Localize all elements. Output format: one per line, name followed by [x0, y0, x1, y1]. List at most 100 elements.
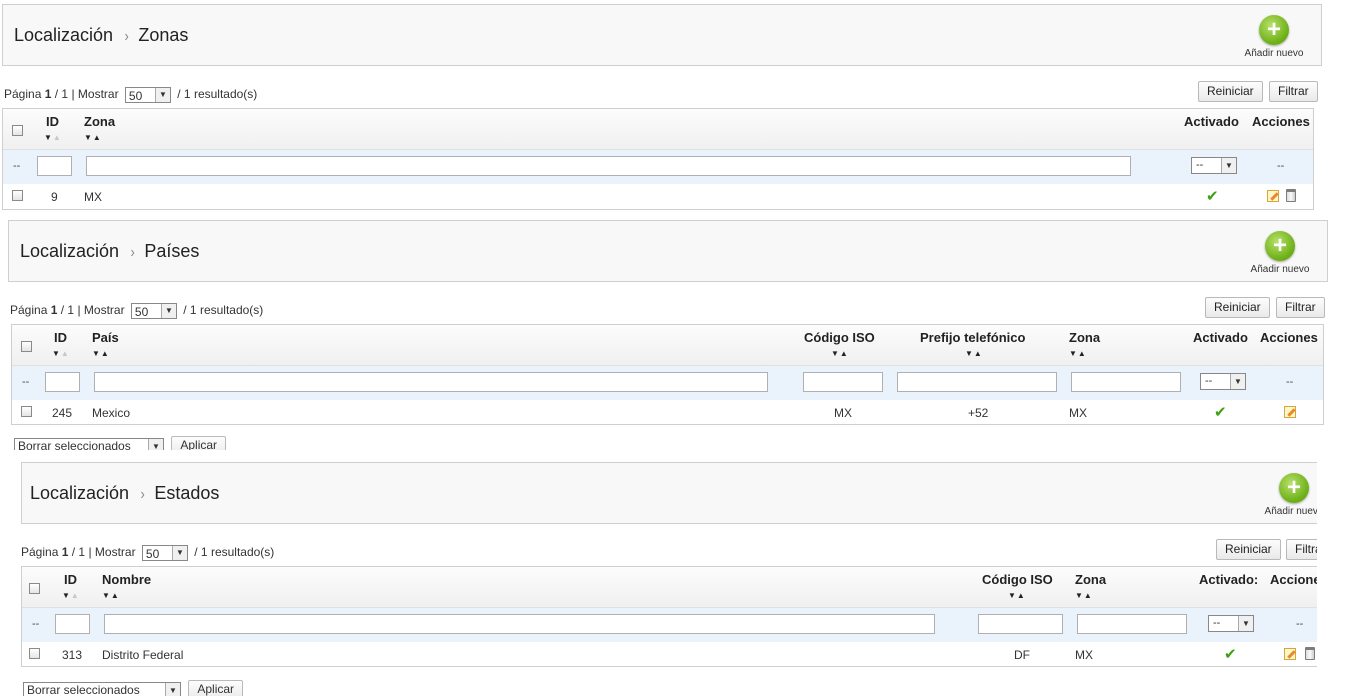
col-zone-header[interactable]: Zona: [1075, 572, 1106, 587]
filter-iso-input[interactable]: [978, 614, 1063, 634]
sort-desc-icon[interactable]: ▼: [62, 591, 71, 600]
table-row[interactable]: 245 Mexico MX +52 MX ✔: [12, 400, 1323, 424]
edit-icon[interactable]: [1284, 406, 1296, 418]
filter-button[interactable]: Filtrar: [1269, 81, 1318, 102]
sort-asc-icon[interactable]: ▲: [1084, 591, 1093, 600]
filter-zone-input[interactable]: [1071, 372, 1181, 392]
sort-asc-icon[interactable]: ▲: [93, 133, 102, 142]
add-new-button[interactable]: + Añadir nuevo: [1239, 15, 1309, 61]
sort-desc-icon[interactable]: ▼: [44, 133, 53, 142]
active-check-icon[interactable]: ✔: [1224, 645, 1237, 663]
bulk-action-select[interactable]: Borrar seleccionados ▼: [23, 682, 181, 696]
col-iso-header[interactable]: Código ISO: [982, 572, 1053, 587]
sort-country-icons[interactable]: ▼▲: [92, 349, 110, 358]
row-checkbox[interactable]: [12, 190, 23, 201]
delete-icon[interactable]: [1305, 647, 1315, 660]
add-new-button[interactable]: + Añadir nuevo: [1245, 231, 1315, 277]
sort-asc-icon[interactable]: ▲: [101, 349, 110, 358]
per-page-select[interactable]: 50 ▼: [141, 544, 188, 561]
sort-asc-icon[interactable]: ▲: [111, 591, 120, 600]
chevron-down-icon: ▼: [165, 683, 180, 696]
add-new-button[interactable]: + Añadir nuevo: [1259, 473, 1317, 519]
edit-icon[interactable]: [1267, 190, 1279, 202]
col-prefix-header[interactable]: Prefijo telefónico: [920, 330, 1025, 345]
col-iso-header[interactable]: Código ISO: [804, 330, 875, 345]
apply-button[interactable]: Aplicar: [171, 436, 227, 450]
sort-zone-icons[interactable]: ▼▲: [1069, 349, 1087, 358]
sort-asc-icon[interactable]: ▲: [61, 349, 70, 358]
col-id-header[interactable]: ID: [46, 114, 59, 129]
sort-asc-icon[interactable]: ▲: [1017, 591, 1026, 600]
sort-id-icons[interactable]: ▼▲: [52, 349, 70, 358]
breadcrumb-root[interactable]: Localización: [14, 25, 113, 45]
filter-prefix-input[interactable]: [897, 372, 1057, 392]
col-country-header[interactable]: País: [92, 330, 119, 345]
active-check-icon[interactable]: ✔: [1206, 187, 1219, 205]
sort-prefix-icons[interactable]: ▼▲: [965, 349, 983, 358]
filter-country-input[interactable]: [94, 372, 768, 392]
filter-id-input[interactable]: [45, 372, 80, 392]
sort-desc-icon[interactable]: ▼: [965, 349, 974, 358]
sort-id-icons[interactable]: ▼▲: [62, 591, 80, 600]
select-all-checkbox[interactable]: [12, 125, 23, 136]
sort-asc-icon[interactable]: ▲: [974, 349, 983, 358]
per-page-select[interactable]: 50 ▼: [124, 86, 171, 103]
sort-zone-icons[interactable]: ▼▲: [84, 133, 102, 142]
filter-active-select[interactable]: -- ▼: [1191, 157, 1237, 174]
reset-button[interactable]: Reiniciar: [1198, 81, 1263, 102]
bulk-action-select[interactable]: Borrar seleccionados ▼: [14, 438, 164, 450]
sort-desc-icon[interactable]: ▼: [84, 133, 93, 142]
filter-zone-input[interactable]: [86, 156, 1131, 176]
filter-active-select[interactable]: -- ▼: [1208, 615, 1254, 632]
sort-desc-icon[interactable]: ▼: [1008, 591, 1017, 600]
add-circle-icon: +: [1259, 15, 1289, 45]
select-all-checkbox[interactable]: [21, 341, 32, 352]
breadcrumb-root[interactable]: Localización: [30, 483, 129, 503]
apply-button[interactable]: Aplicar: [188, 680, 244, 696]
row-checkbox[interactable]: [21, 406, 32, 417]
sort-iso-icons[interactable]: ▼▲: [1008, 591, 1026, 600]
sort-asc-icon[interactable]: ▲: [1078, 349, 1087, 358]
sort-name-icons[interactable]: ▼▲: [102, 591, 120, 600]
zonas-table: ID ▼▲ Zona ▼▲ Activado Acciones -- -- ▼ -…: [2, 108, 1314, 210]
sort-desc-icon[interactable]: ▼: [1069, 349, 1078, 358]
row-checkbox[interactable]: [29, 648, 40, 659]
filter-id-input[interactable]: [37, 156, 72, 176]
filter-id-input[interactable]: [55, 614, 90, 634]
col-id-header[interactable]: ID: [54, 330, 67, 345]
filter-active-select[interactable]: -- ▼: [1200, 373, 1246, 390]
show-label: Mostrar: [77, 87, 119, 101]
table-row[interactable]: 313 Distrito Federal DF MX ✔: [22, 642, 1317, 666]
per-page-select[interactable]: 50 ▼: [130, 302, 177, 319]
table-row[interactable]: 9 MX ✔: [3, 184, 1313, 208]
filter-button[interactable]: Filtrar: [1276, 297, 1325, 318]
filter-button[interactable]: Filtrar: [1286, 539, 1317, 560]
col-name-header[interactable]: Nombre: [102, 572, 151, 587]
col-zone-header[interactable]: Zona: [84, 114, 115, 129]
sort-asc-icon[interactable]: ▲: [840, 349, 849, 358]
edit-icon[interactable]: [1284, 648, 1296, 660]
filter-name-input[interactable]: [104, 614, 935, 634]
sort-desc-icon[interactable]: ▼: [92, 349, 101, 358]
sort-asc-icon[interactable]: ▲: [71, 591, 80, 600]
select-all-checkbox[interactable]: [29, 583, 40, 594]
col-zone-header[interactable]: Zona: [1069, 330, 1100, 345]
col-actions-header: Acciones: [1252, 114, 1310, 129]
col-id-header[interactable]: ID: [64, 572, 77, 587]
sort-desc-icon[interactable]: ▼: [52, 349, 61, 358]
sort-iso-icons[interactable]: ▼▲: [831, 349, 849, 358]
filter-iso-input[interactable]: [803, 372, 883, 392]
sort-asc-icon[interactable]: ▲: [53, 133, 62, 142]
sort-desc-icon[interactable]: ▼: [102, 591, 111, 600]
active-check-icon[interactable]: ✔: [1214, 403, 1227, 421]
filter-zone-input[interactable]: [1077, 614, 1187, 634]
reset-button[interactable]: Reiniciar: [1216, 539, 1281, 560]
sort-zone-icons[interactable]: ▼▲: [1075, 591, 1093, 600]
bulk-action-value: Borrar seleccionados: [18, 439, 131, 450]
breadcrumb-root[interactable]: Localización: [20, 241, 119, 261]
sort-desc-icon[interactable]: ▼: [831, 349, 840, 358]
delete-icon[interactable]: [1286, 189, 1296, 202]
sort-desc-icon[interactable]: ▼: [1075, 591, 1084, 600]
sort-id-icons[interactable]: ▼▲: [44, 133, 62, 142]
reset-button[interactable]: Reiniciar: [1205, 297, 1270, 318]
